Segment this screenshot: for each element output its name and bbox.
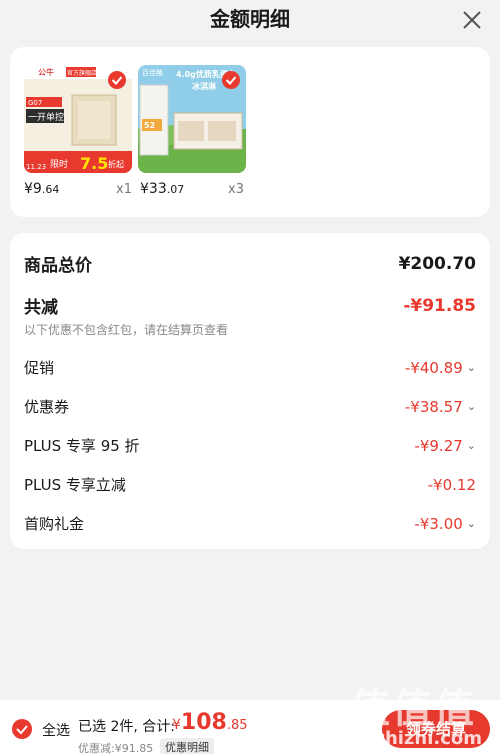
product-quantity: x3: [228, 182, 244, 197]
product-quantity: x1: [116, 182, 132, 197]
discount-note: 以下优惠不包含红包，请在结算页查看: [24, 323, 229, 337]
svg-text:一开单控: 一开单控: [28, 111, 64, 123]
svg-text:52: 52: [144, 121, 155, 130]
header: 金额明细: [0, 0, 500, 40]
product-card: 公牛 官方旗舰店 G07 一开单控 11.23 限时 7.5 折起 ¥9.64 …: [10, 47, 490, 217]
product-image-icecream[interactable]: 百佳酪 4.0g优质乳蛋白 冰淇淋 52: [138, 65, 246, 173]
chevron-down-icon: ⌄: [466, 439, 476, 452]
order-total: ¥108.85: [172, 710, 248, 735]
selected-count: 已选 2件, 合计:: [78, 719, 175, 735]
svg-text:冰淇淋: 冰淇淋: [192, 81, 216, 91]
discount-row-promo[interactable]: 促销 -¥40.89 ⌄: [24, 357, 476, 378]
svg-text:7.5: 7.5: [80, 154, 108, 173]
svg-text:限时: 限时: [50, 158, 68, 170]
discount-row-plus-95[interactable]: PLUS 专享 95 折 -¥9.27 ⌄: [24, 435, 476, 456]
chevron-down-icon: ⌄: [466, 361, 476, 374]
product-image-switch[interactable]: 公牛 官方旗舰店 G07 一开单控 11.23 限时 7.5 折起: [24, 65, 132, 173]
discount-amount: 优惠减:¥91.85: [78, 742, 154, 754]
svg-text:折起: 折起: [108, 159, 124, 169]
summary-card: 商品总价 ¥200.70 共减 -¥91.85 以下优惠不包含红包，请在结算页查…: [10, 233, 490, 549]
svg-text:G07: G07: [28, 99, 42, 107]
goods-total-row: 商品总价 ¥200.70: [24, 251, 476, 277]
discount-detail-button[interactable]: 优惠明细: [160, 738, 214, 754]
discount-row-plus-reduce: PLUS 专享立减 -¥0.12: [24, 475, 476, 495]
discount-row-first-buy[interactable]: 首购礼金 -¥3.00 ⌄: [24, 513, 476, 534]
watermark-logo: 值值值: [350, 686, 476, 732]
select-all-label[interactable]: 全选: [42, 720, 70, 740]
total-reduce-label: 共减: [24, 298, 58, 318]
page-title: 金额明细: [210, 7, 290, 31]
product-price: ¥33.07: [140, 181, 185, 197]
svg-text:百佳酪: 百佳酪: [142, 68, 163, 77]
selected-check-icon[interactable]: [108, 71, 126, 89]
close-icon[interactable]: [460, 8, 484, 32]
select-all-check-icon[interactable]: [12, 719, 32, 739]
brand-text: 公牛: [38, 67, 54, 77]
chevron-down-icon: ⌄: [466, 517, 476, 530]
total-reduce-row: 共减 -¥91.85: [24, 293, 476, 319]
goods-total-value: ¥200.70: [398, 253, 476, 274]
product-price: ¥9.64: [24, 181, 60, 197]
chevron-down-icon: ⌄: [466, 400, 476, 413]
svg-text:官方旗舰店: 官方旗舰店: [67, 69, 97, 77]
total-reduce-value: -¥91.85: [403, 295, 476, 316]
selected-check-icon[interactable]: [222, 71, 240, 89]
goods-total-label: 商品总价: [24, 256, 92, 276]
watermark-url: zhizhizhi.com: [345, 728, 483, 749]
discount-row-coupon[interactable]: 优惠券 -¥38.57 ⌄: [24, 396, 476, 417]
svg-text:11.23: 11.23: [26, 163, 46, 171]
